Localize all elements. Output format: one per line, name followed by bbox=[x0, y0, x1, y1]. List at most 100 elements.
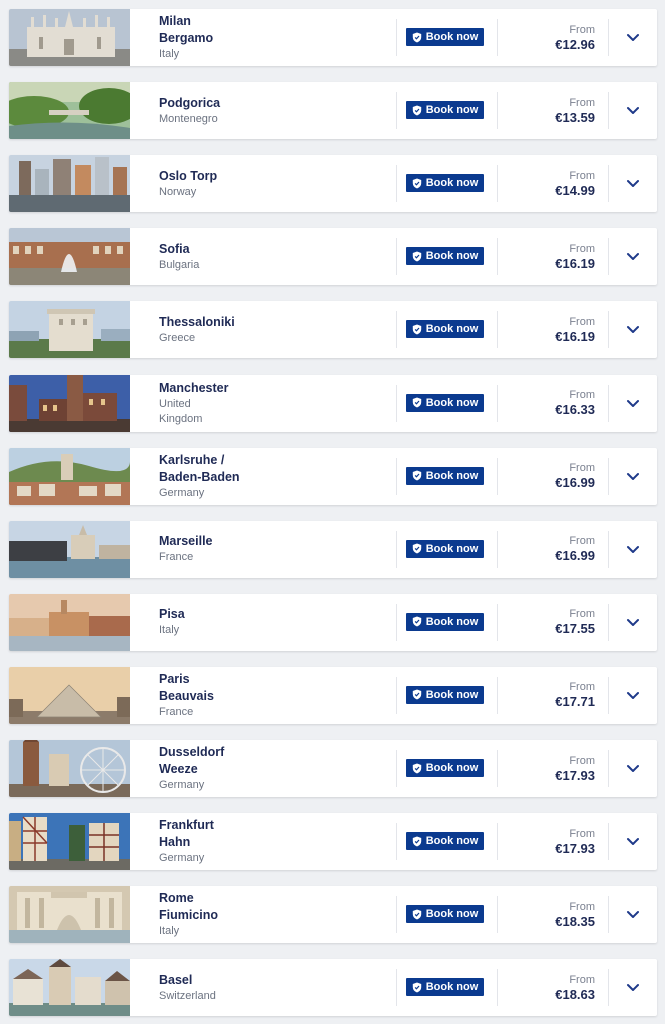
divider bbox=[608, 530, 609, 568]
destination-card[interactable]: Marseille France Book now From €16.99 bbox=[9, 520, 657, 578]
destination-card[interactable]: Sofia Bulgaria Book now From €16.19 bbox=[9, 228, 657, 286]
divider bbox=[497, 19, 498, 56]
destination-card[interactable]: Thessaloniki Greece Book now From €16.19 bbox=[9, 301, 657, 359]
chevron-down-icon[interactable] bbox=[625, 833, 641, 849]
destination-card[interactable]: Frankfurt Hahn Germany Book now From €17… bbox=[9, 813, 657, 871]
book-now-button[interactable]: Book now bbox=[406, 978, 484, 997]
chevron-down-icon[interactable] bbox=[625, 760, 641, 776]
destination-city: Marseille bbox=[159, 534, 213, 549]
book-now-button[interactable]: Book now bbox=[406, 612, 484, 631]
destination-card[interactable]: Paris Beauvais France Book now From €17.… bbox=[9, 666, 657, 724]
shield-icon bbox=[412, 397, 421, 408]
destination-photo bbox=[9, 82, 130, 140]
chevron-down-icon[interactable] bbox=[625, 687, 641, 703]
destination-country: Italy bbox=[159, 925, 180, 938]
divider bbox=[396, 457, 397, 495]
price-block: From €16.99 bbox=[555, 448, 595, 505]
destination-photo-image bbox=[9, 593, 130, 651]
chevron-down-icon[interactable] bbox=[625, 614, 641, 630]
destination-city: Rome Fiumicino bbox=[159, 891, 219, 923]
destination-city: Paris Beauvais bbox=[159, 671, 214, 703]
destination-country: Norway bbox=[159, 185, 197, 198]
price-block: From €13.59 bbox=[555, 82, 595, 139]
destination-card[interactable]: Basel Switzerland Book now From €18.63 bbox=[9, 959, 657, 1017]
destination-info: Podgorica Montenegro bbox=[159, 82, 389, 139]
destination-card[interactable]: Milan Bergamo Italy Book now From €12.96 bbox=[9, 9, 657, 66]
destination-card[interactable]: Oslo Torp Norway Book now From €14.99 bbox=[9, 155, 657, 213]
destination-city: Pisa bbox=[159, 607, 185, 622]
book-now-label: Book now bbox=[425, 396, 479, 409]
price-from-label: From bbox=[569, 169, 595, 182]
book-now-button[interactable]: Book now bbox=[406, 905, 484, 924]
destination-photo bbox=[9, 959, 130, 1017]
chevron-down-icon[interactable] bbox=[625, 321, 641, 337]
book-now-button[interactable]: Book now bbox=[406, 101, 484, 120]
price-from-label: From bbox=[569, 973, 595, 986]
destination-card[interactable]: Rome Fiumicino Italy Book now From €18.3… bbox=[9, 886, 657, 944]
shield-icon bbox=[412, 543, 421, 554]
destination-photo bbox=[9, 666, 130, 724]
destination-photo-image bbox=[9, 301, 130, 359]
destination-country: Germany bbox=[159, 779, 205, 791]
book-now-button[interactable]: Book now bbox=[406, 28, 484, 46]
divider bbox=[396, 823, 397, 861]
destination-card[interactable]: Karlsruhe / Baden-Baden Germany Book now… bbox=[9, 447, 657, 505]
destination-info: Pisa Italy bbox=[159, 594, 389, 651]
book-now-button[interactable]: Book now bbox=[406, 832, 484, 851]
destination-info: Oslo Torp Norway bbox=[159, 155, 389, 212]
divider bbox=[608, 92, 609, 130]
chevron-down-icon[interactable] bbox=[625, 29, 641, 45]
shield-icon bbox=[412, 324, 421, 335]
divider bbox=[497, 165, 498, 203]
chevron-down-icon[interactable] bbox=[625, 979, 641, 995]
destination-card[interactable]: Dusseldorf Weeze Germany Book now From €… bbox=[9, 740, 657, 797]
chevron-down-icon[interactable] bbox=[625, 175, 641, 191]
price-block: From €16.99 bbox=[555, 521, 595, 578]
destination-city: Thessaloniki bbox=[159, 314, 235, 329]
book-now-button[interactable]: Book now bbox=[406, 685, 484, 704]
destination-city: Milan Bergamo bbox=[159, 14, 214, 45]
book-now-button[interactable]: Book now bbox=[406, 759, 484, 777]
divider bbox=[396, 676, 397, 714]
chevron-down-icon[interactable] bbox=[625, 468, 641, 484]
chevron-down-icon[interactable] bbox=[625, 395, 641, 411]
book-now-button[interactable]: Book now bbox=[406, 393, 484, 412]
book-now-label: Book now bbox=[425, 981, 479, 994]
divider bbox=[608, 165, 609, 203]
book-now-button[interactable]: Book now bbox=[406, 174, 484, 193]
book-now-label: Book now bbox=[425, 542, 479, 555]
chevron-down-icon[interactable] bbox=[625, 248, 641, 264]
price-from-label: From bbox=[569, 242, 595, 255]
book-now-button[interactable]: Book now bbox=[406, 247, 484, 266]
shield-icon bbox=[412, 763, 421, 773]
divider bbox=[608, 823, 609, 861]
chevron-down-icon[interactable] bbox=[625, 906, 641, 922]
price-block: From €18.35 bbox=[555, 886, 595, 943]
price-value: €17.71 bbox=[555, 694, 595, 710]
divider bbox=[608, 676, 609, 714]
destination-photo bbox=[9, 228, 130, 286]
book-now-button[interactable]: Book now bbox=[406, 320, 484, 339]
shield-icon bbox=[412, 616, 421, 627]
destination-card[interactable]: Manchester United Kingdom Book now From … bbox=[9, 374, 657, 432]
price-value: €13.59 bbox=[555, 109, 595, 125]
destination-photo-image bbox=[9, 9, 130, 66]
price-block: From €17.71 bbox=[555, 667, 595, 724]
destination-card[interactable]: Podgorica Montenegro Book now From €13.5… bbox=[9, 82, 657, 140]
chevron-down-icon[interactable] bbox=[625, 541, 641, 557]
destination-photo-image bbox=[9, 155, 130, 213]
destination-photo-image bbox=[9, 813, 130, 871]
price-from-label: From bbox=[569, 389, 595, 401]
chevron-down-icon[interactable] bbox=[625, 102, 641, 118]
destination-photo-image bbox=[9, 886, 130, 944]
book-now-button[interactable]: Book now bbox=[406, 539, 484, 558]
destination-info: Dusseldorf Weeze Germany bbox=[159, 740, 389, 797]
price-value: €16.33 bbox=[555, 402, 595, 417]
destination-photo-image bbox=[9, 520, 130, 578]
book-now-button[interactable]: Book now bbox=[406, 466, 484, 485]
divider bbox=[608, 969, 609, 1007]
destination-card[interactable]: Pisa Italy Book now From €17.55 bbox=[9, 593, 657, 651]
destination-photo bbox=[9, 447, 130, 505]
destination-photo-image bbox=[9, 666, 130, 724]
divider bbox=[608, 238, 609, 276]
